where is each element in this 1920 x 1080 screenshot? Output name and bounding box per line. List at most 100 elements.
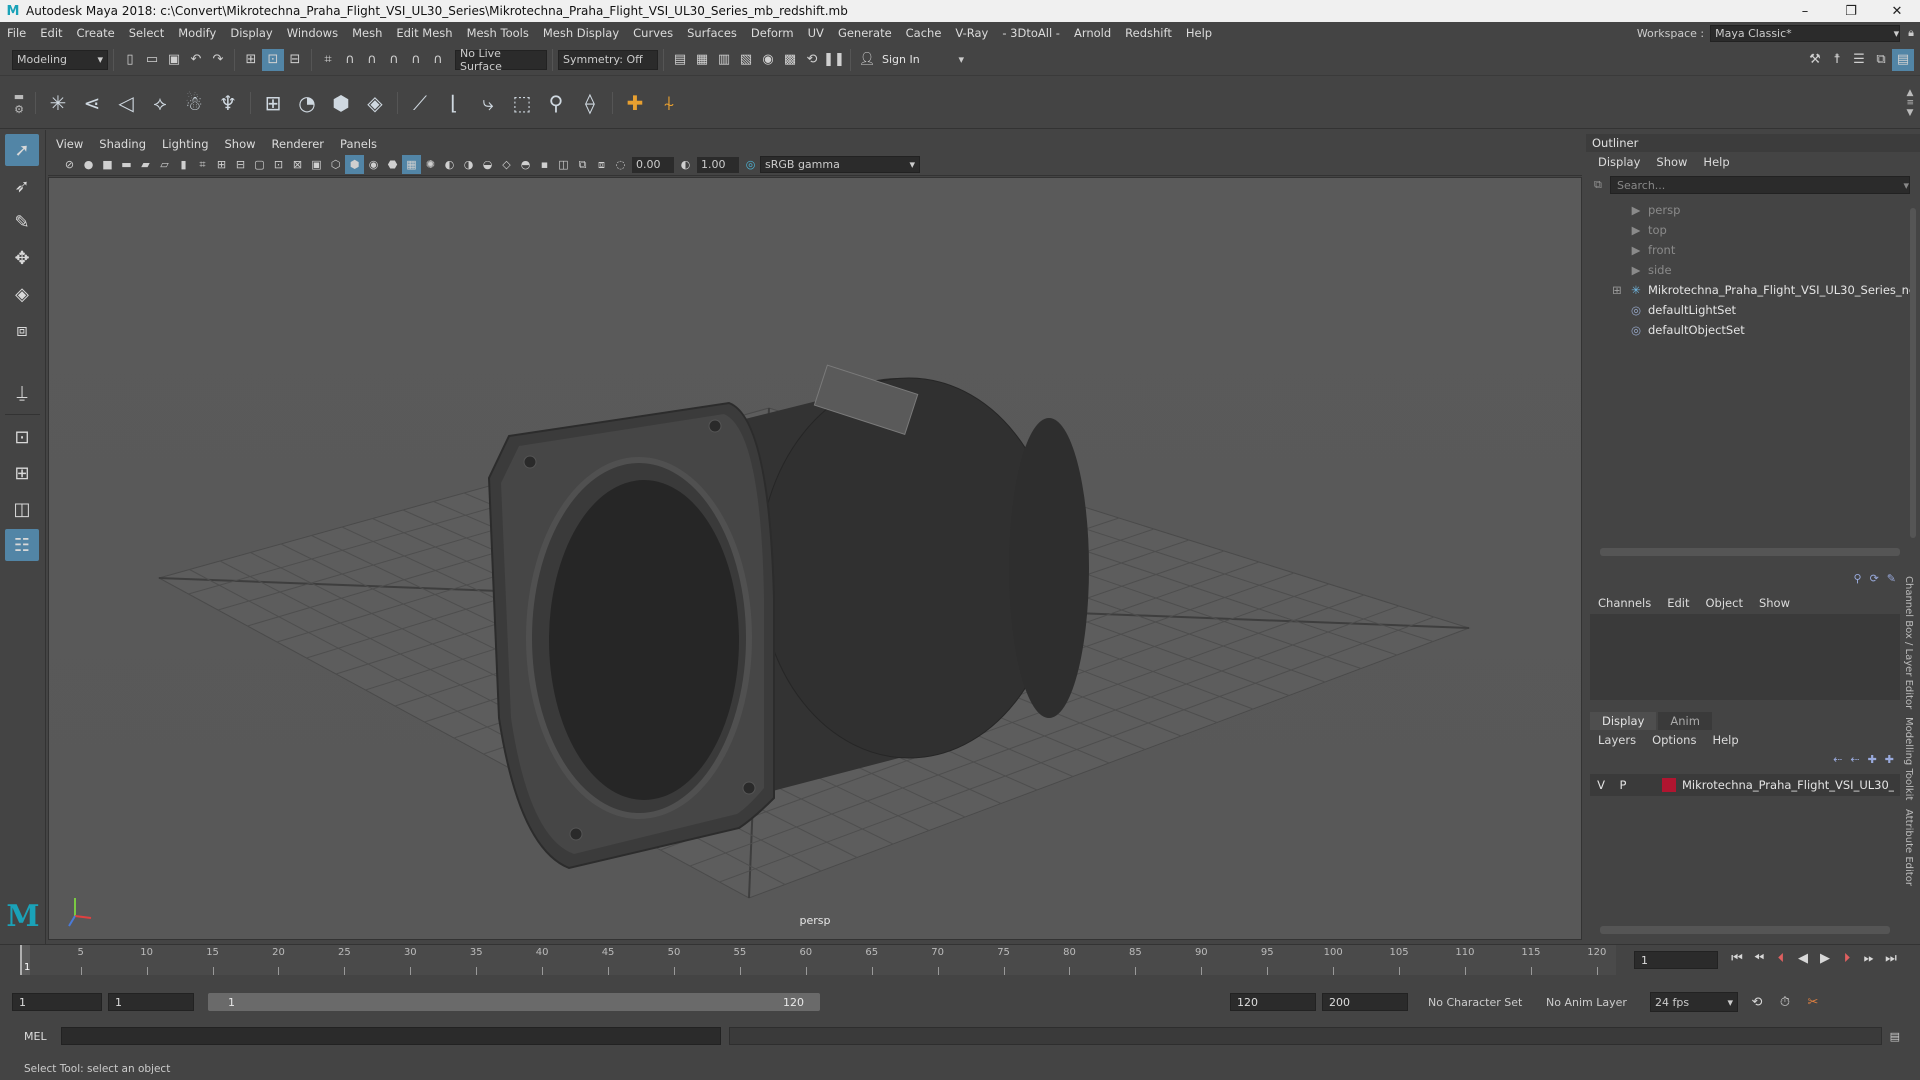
scene-end-field[interactable]: 200 [1322, 993, 1408, 1011]
outliner-item-default-light-set[interactable]: ◎ defaultLightSet [1586, 300, 1920, 320]
four-view-layout-icon[interactable]: ⊞ [5, 457, 39, 489]
shelf-tab-icon[interactable]: ▬ [14, 90, 24, 103]
outliner-item-persp[interactable]: ▶︎ persp [1586, 200, 1920, 220]
channel-box-menu-object[interactable]: Object [1698, 596, 1751, 610]
outliner-menu-help[interactable]: Help [1695, 155, 1737, 169]
lock-icon[interactable]: 🔒︎ [1908, 26, 1914, 40]
menu-help[interactable]: Help [1179, 26, 1219, 40]
safe-title-icon[interactable]: ▣ [307, 155, 326, 174]
menu-modify[interactable]: Modify [171, 26, 223, 40]
playback-end-field[interactable]: 120 [1230, 993, 1316, 1011]
ipr-render-icon[interactable]: ▥ [713, 49, 735, 71]
current-frame-field[interactable]: 1 [1634, 951, 1718, 969]
menu-deform[interactable]: Deform [744, 26, 801, 40]
menu-icon[interactable]: ≡ [1906, 98, 1914, 108]
textured-icon[interactable]: ▦ [402, 155, 421, 174]
redshift-ipr-icon[interactable]: ⟲ [801, 49, 823, 71]
viewport-menu-renderer[interactable]: Renderer [264, 137, 333, 151]
menu-edit[interactable]: Edit [33, 26, 69, 40]
show-manipulator-icon[interactable]: ⍊ [5, 376, 39, 408]
menu-uv[interactable]: UV [801, 26, 831, 40]
fps-dropdown[interactable]: 24 fps ▾ [1650, 992, 1738, 1012]
go-to-start-icon[interactable]: ⏮ [1726, 951, 1748, 966]
select-hierarchy-icon[interactable]: ⊞ [240, 49, 262, 71]
menu-select[interactable]: Select [122, 26, 171, 40]
two-d-pan-icon[interactable]: ▱ [155, 155, 174, 174]
persp-outliner-layout-icon[interactable]: ◫ [5, 493, 39, 525]
camera-attributes-icon[interactable]: ■ [98, 155, 117, 174]
character-controls-icon[interactable]: ☨ [1826, 49, 1848, 71]
animation-prefs-icon[interactable]: ✂ [1802, 995, 1824, 1010]
loop-icon[interactable]: ⟲ [1746, 995, 1768, 1010]
shelf-scroll[interactable]: ▲ ≡ ▼ [1906, 88, 1914, 118]
channel-box-menu-show[interactable]: Show [1751, 596, 1798, 610]
tab-anim[interactable]: Anim [1658, 712, 1712, 730]
filter-icon[interactable]: ⧉ [1594, 178, 1602, 192]
select-object-icon[interactable]: ⊡ [262, 48, 284, 71]
outliner-item-top[interactable]: ▶︎ top [1586, 220, 1920, 240]
bookmarks-icon[interactable]: ▬ [117, 155, 136, 174]
redshift-render-view-icon[interactable]: ▩ [779, 49, 801, 71]
new-scene-icon[interactable]: ▯ [119, 49, 141, 71]
shadows-icon[interactable]: ◐ [440, 155, 459, 174]
blend-shape-icon[interactable]: ⟋ [403, 86, 437, 120]
command-input[interactable] [60, 1027, 721, 1045]
step-forward-frame-icon[interactable]: ⏵ [1836, 951, 1858, 966]
create-locator-icon[interactable]: ✳ [41, 86, 75, 120]
auto-key-icon[interactable]: ⏱ [1774, 995, 1796, 1010]
scale-tool-icon[interactable]: ⧈ [5, 314, 39, 346]
save-scene-icon[interactable]: ▣ [163, 49, 185, 71]
select-component-icon[interactable]: ⊟ [284, 49, 306, 71]
new-layer-icon[interactable]: ✚ [1868, 753, 1877, 766]
channel-box-area[interactable] [1590, 614, 1916, 700]
tab-modelling-toolkit[interactable]: Modelling Toolkit [1903, 717, 1914, 800]
rotate-tool-icon[interactable]: ◈ [5, 278, 39, 310]
exposure-icon[interactable]: ◌ [611, 155, 630, 174]
playback-start-field[interactable]: 1 [108, 993, 194, 1011]
gear-icon[interactable]: ⚙ [14, 103, 24, 116]
expand-icon[interactable]: ⊞ [1610, 283, 1624, 297]
script-editor-icon[interactable]: ▤ [1890, 1030, 1900, 1043]
step-back-key-icon[interactable]: ⏪︎ [1748, 951, 1770, 966]
range-handle-bar[interactable]: 1 120 [208, 993, 820, 1011]
film-gate-icon[interactable]: ⊞ [212, 155, 231, 174]
new-layer-selected-icon[interactable]: ✚ [1885, 753, 1894, 766]
tab-display[interactable]: Display [1590, 712, 1657, 730]
wireframe-icon[interactable]: ⬡ [326, 155, 345, 174]
snap-pivot-icon[interactable]: ∩ [427, 49, 449, 71]
anim-layer-dropdown[interactable]: No Anim Layer [1542, 992, 1642, 1012]
menu-surfaces[interactable]: Surfaces [680, 26, 744, 40]
outliner-item-front[interactable]: ▶︎ front [1586, 240, 1920, 260]
menu-windows[interactable]: Windows [280, 26, 345, 40]
motion-blur-icon[interactable]: ◒ [478, 155, 497, 174]
attribute-editor-icon[interactable]: ☰ [1848, 49, 1870, 71]
lock-camera-icon[interactable]: ● [79, 155, 98, 174]
move-tool-icon[interactable]: ✥ [5, 242, 39, 274]
viewport-menu-lighting[interactable]: Lighting [154, 137, 216, 151]
viewport-menu-view[interactable]: View [48, 137, 91, 151]
default-material-icon[interactable]: ◉ [364, 155, 383, 174]
minimize-button[interactable]: – [1782, 0, 1828, 22]
outliner-horizontal-scrollbar[interactable] [1600, 548, 1900, 556]
channel-box-icon[interactable]: ▤ [1892, 48, 1914, 71]
channel-box-edit-icon[interactable]: ✎ [1887, 572, 1896, 585]
tab-channel-box-layer-editor[interactable]: Channel Box / Layer Editor [1903, 576, 1914, 709]
isolate-select-icon[interactable]: ▪ [535, 155, 554, 174]
step-forward-key-icon[interactable]: ⏩︎ [1858, 951, 1880, 966]
field-chart-icon[interactable]: ⊡ [269, 155, 288, 174]
tab-attribute-editor[interactable]: Attribute Editor [1903, 809, 1914, 886]
gamma-icon[interactable]: ◐ [676, 155, 695, 174]
view-transform-dropdown[interactable]: sRGB gamma ▾ [760, 156, 920, 173]
scene-start-field[interactable]: 1 [12, 993, 102, 1011]
grease-pencil-icon[interactable]: ▮ [174, 155, 193, 174]
outliner-item-model-group[interactable]: ⊞ ✳ Mikrotechna_Praha_Flight_VSI_UL30_Se… [1586, 280, 1920, 300]
outliner-vertical-scrollbar[interactable] [1910, 208, 1916, 538]
orient-constraint-icon[interactable]: ⍭ [652, 86, 686, 120]
render-frame-icon[interactable]: ▦ [691, 49, 713, 71]
channel-box-menu-edit[interactable]: Edit [1659, 596, 1697, 610]
delta-mush-icon[interactable]: ◈ [358, 86, 392, 120]
redo-icon[interactable]: ↷ [207, 49, 229, 71]
sign-in-dropdown[interactable]: Sign In ▾ [878, 49, 968, 70]
viewport-persp[interactable]: persp [48, 177, 1582, 940]
menu-display[interactable]: Display [223, 26, 279, 40]
